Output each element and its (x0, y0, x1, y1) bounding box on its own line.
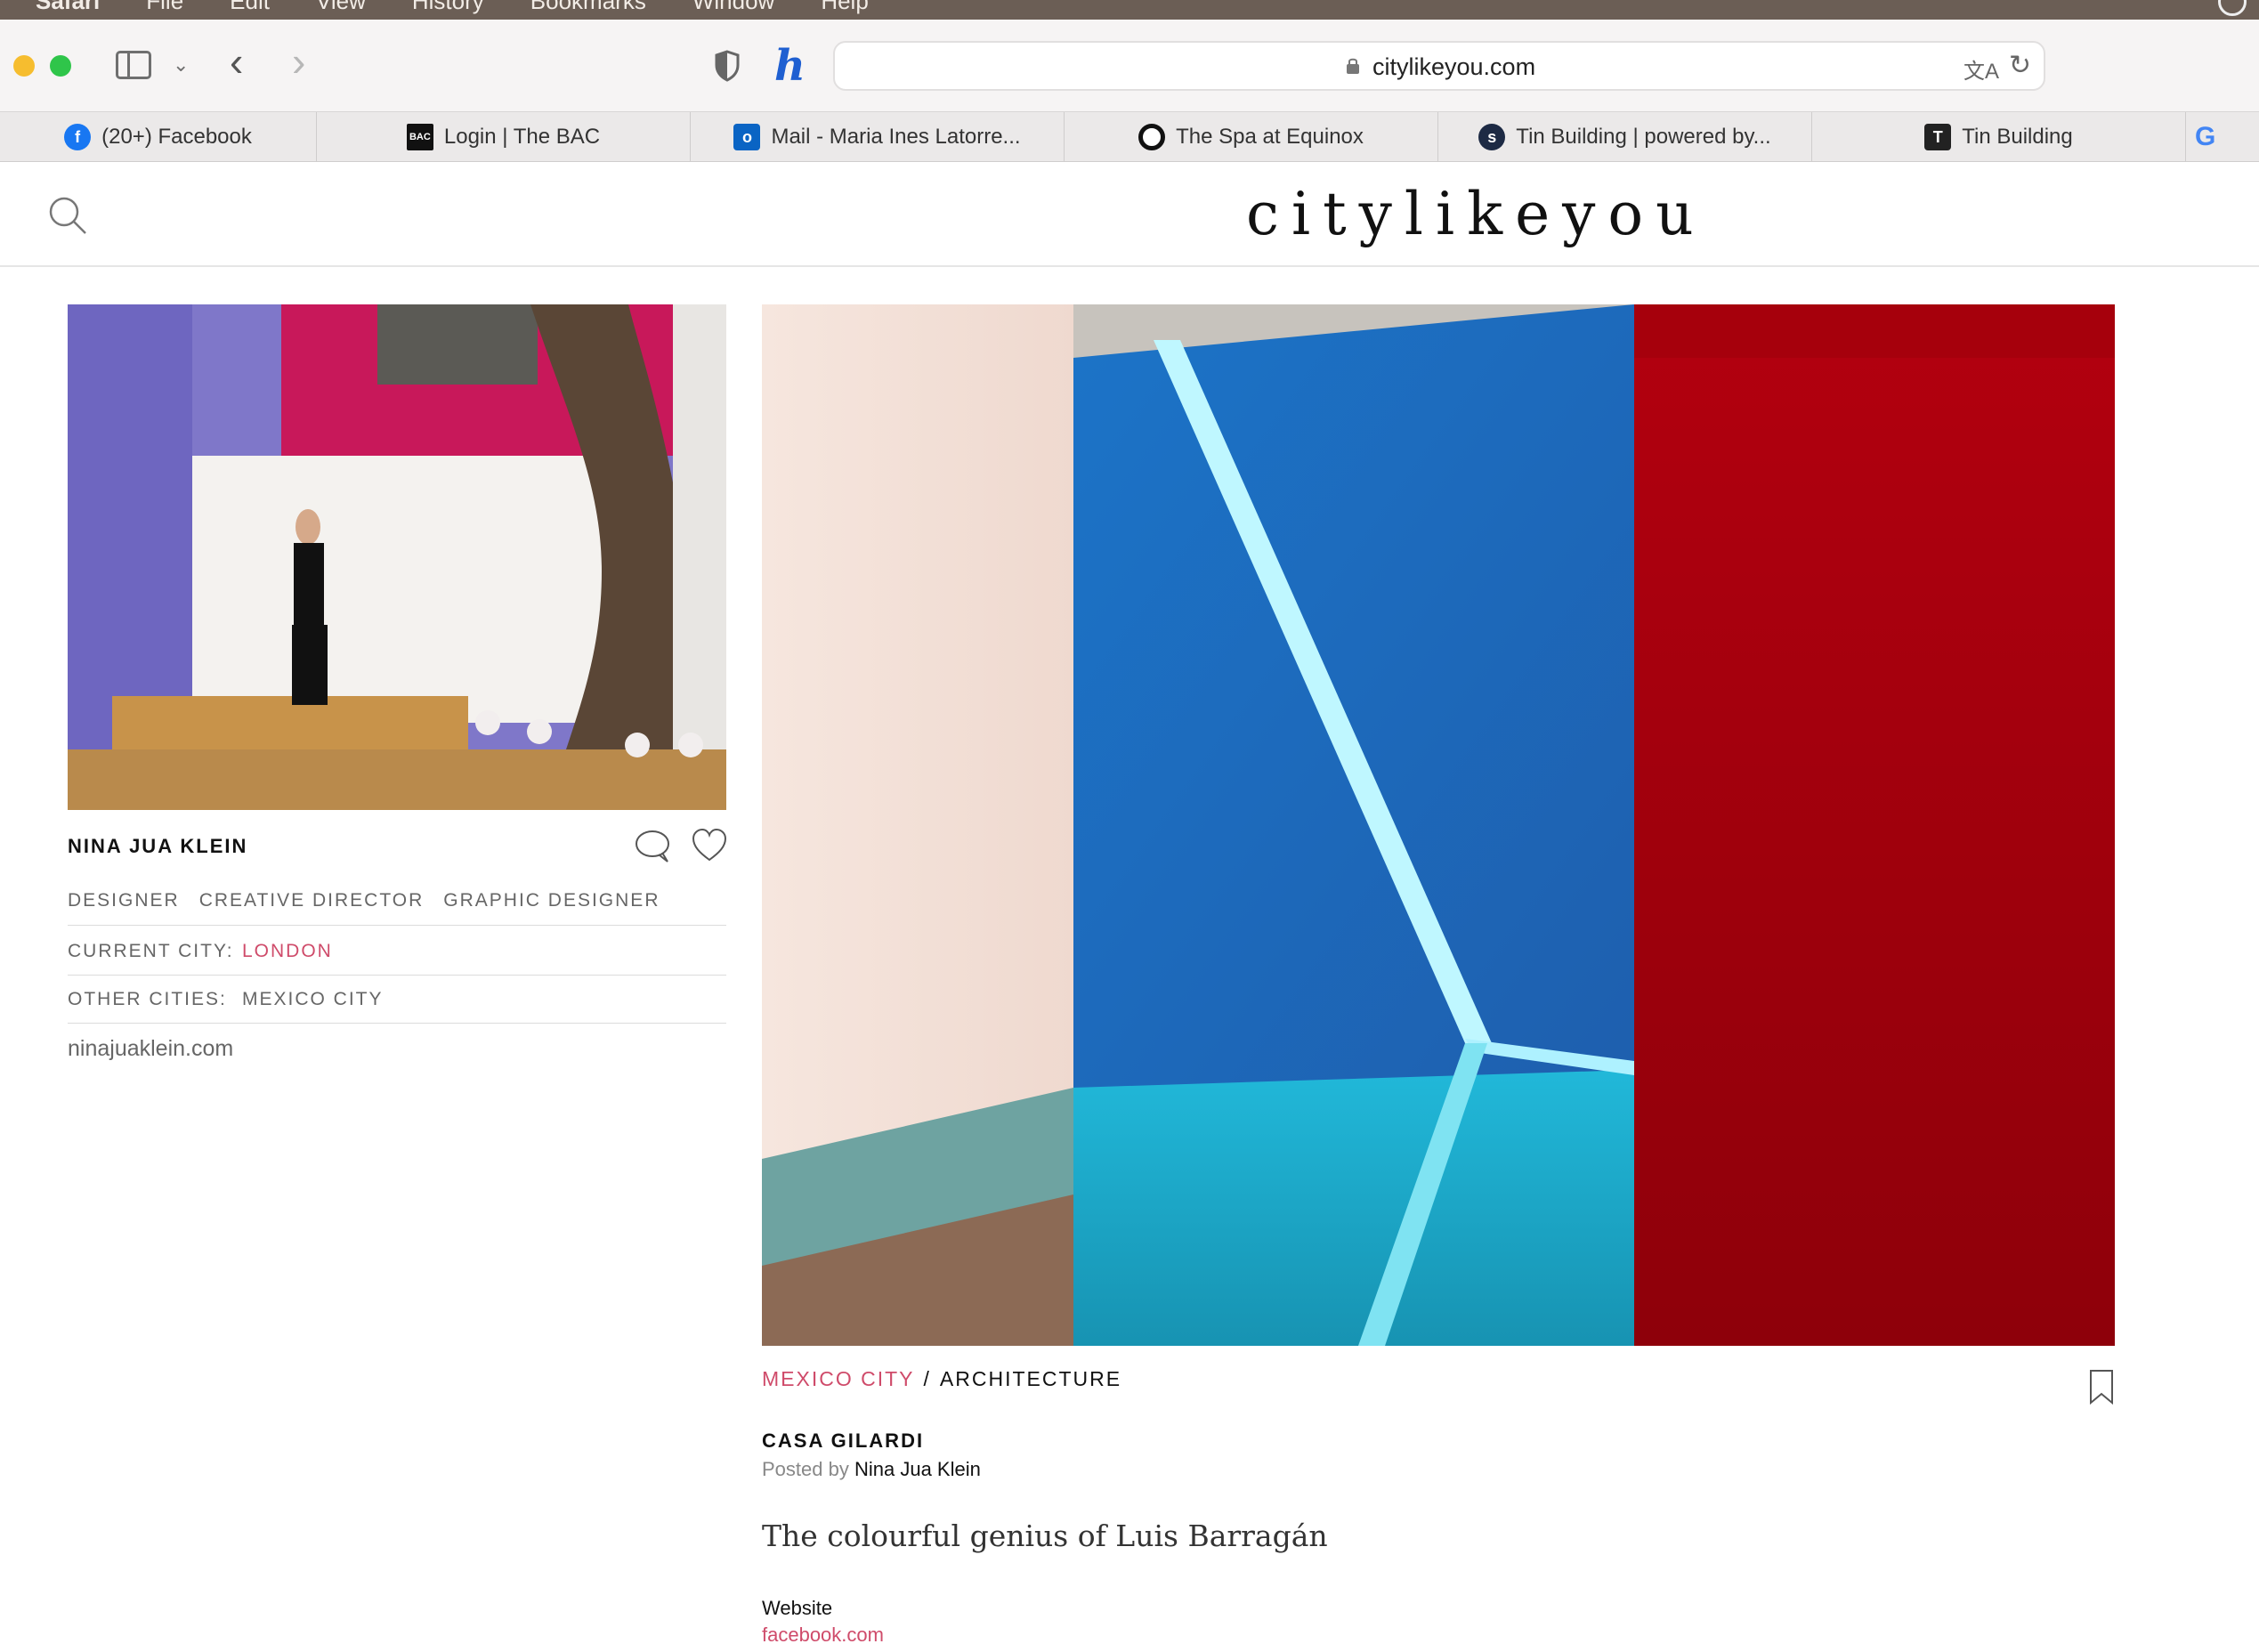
current-city-link[interactable]: LONDON (242, 941, 333, 962)
profile-name[interactable]: NINA JUA KLEIN (68, 835, 247, 858)
minimize-window-button[interactable] (13, 55, 35, 77)
control-center-icon[interactable] (2218, 0, 2247, 16)
search-icon[interactable] (48, 196, 87, 235)
post-subtitle: The colourful genius of Luis Barragán (762, 1518, 1328, 1553)
other-cities-row: OTHER CITIES: MEXICO CITY (68, 976, 726, 1024)
forward-button[interactable]: › (292, 41, 305, 82)
casa-gilardi-photo (762, 304, 2115, 1346)
bookmark-label: Tin Building (1962, 125, 2073, 149)
post-category-link[interactable]: ARCHITECTURE (940, 1367, 1121, 1391)
honey-extension-icon[interactable]: h (774, 41, 806, 91)
menu-file[interactable]: File (146, 0, 183, 15)
google-icon: G (2195, 122, 2216, 151)
macos-menu-bar: Safari File Edit View History Bookmarks … (0, 0, 2259, 20)
menu-window[interactable]: Window (692, 0, 774, 15)
current-city-label: CURRENT CITY: (68, 940, 234, 961)
reload-icon[interactable]: ↻ (2009, 50, 2031, 81)
other-cities-label: OTHER CITIES: (68, 988, 227, 1009)
post-website-link[interactable]: facebook.com (762, 1624, 884, 1647)
posted-by: Posted by Nina Jua Klein (762, 1458, 981, 1481)
bookmark-label: Mail - Maria Ines Latorre... (771, 125, 1021, 149)
chevron-down-icon[interactable]: ⌄ (173, 53, 189, 77)
heart-icon[interactable] (691, 828, 728, 863)
bookmark-tin-building[interactable]: T Tin Building (1812, 112, 2186, 162)
url-text[interactable]: citylikeyou.com (1372, 53, 1535, 81)
outlook-icon: o (733, 124, 761, 150)
menu-help[interactable]: Help (821, 0, 868, 15)
role-tag[interactable]: GRAPHIC DESIGNER (443, 890, 660, 925)
profile-roles: DESIGNER CREATIVE DIRECTOR GRAPHIC DESIG… (68, 890, 726, 926)
bookmarks-bar: f (20+) Facebook BAC Login | The BAC o M… (0, 112, 2259, 162)
menu-view[interactable]: View (316, 0, 366, 15)
post-website-label: Website (762, 1597, 833, 1619)
role-tag[interactable]: DESIGNER (68, 890, 180, 925)
bookmark-label: (20+) Facebook (101, 125, 252, 149)
sidebar-toggle-icon[interactable] (116, 51, 151, 79)
breadcrumb-separator: / (923, 1367, 931, 1390)
profile-photo-image (68, 304, 726, 810)
role-tag[interactable]: CREATIVE DIRECTOR (199, 890, 425, 925)
bookmark-label: Login | The BAC (443, 125, 601, 149)
translate-icon[interactable]: 文A (1963, 53, 1999, 85)
post-breadcrumb: MEXICO CITY / ARCHITECTURE (762, 1367, 1121, 1391)
bookmark-label: Tin Building | powered by... (1516, 125, 1771, 149)
back-button[interactable]: ‹ (230, 41, 243, 82)
menu-history[interactable]: History (412, 0, 484, 15)
bookmark-icon[interactable] (2088, 1369, 2115, 1405)
browser-toolbar: ⌄ ‹ › h citylikeyou.com 文A ↻ (0, 20, 2259, 112)
equinox-icon (1138, 124, 1166, 150)
fullscreen-window-button[interactable] (50, 55, 71, 77)
lock-icon (1347, 58, 1359, 74)
bookmark-equinox-spa[interactable]: The Spa at Equinox (1065, 112, 1438, 162)
post-title[interactable]: CASA GILARDI (762, 1429, 924, 1453)
post-hero-image[interactable] (762, 304, 2115, 1346)
site-logo[interactable]: citylikeyou (1246, 180, 1706, 248)
site-header: citylikeyou (0, 162, 2259, 267)
profile-website-link[interactable]: ninajuaklein.com (68, 1036, 233, 1062)
post-author-link[interactable]: Nina Jua Klein (854, 1458, 981, 1480)
bookmark-the-bac[interactable]: BAC Login | The BAC (317, 112, 691, 162)
bookmark-google[interactable]: G (2186, 112, 2239, 162)
menu-safari[interactable]: Safari (36, 0, 100, 15)
bookmark-tin-building-powered[interactable]: s Tin Building | powered by... (1438, 112, 1812, 162)
bookmark-facebook[interactable]: f (20+) Facebook (0, 112, 317, 162)
menu-edit[interactable]: Edit (230, 0, 270, 15)
bookmark-label: The Spa at Equinox (1176, 125, 1364, 149)
privacy-shield-icon[interactable] (714, 50, 741, 82)
current-city-row: CURRENT CITY: LONDON (68, 927, 726, 976)
bac-icon: BAC (406, 124, 433, 150)
tin-building-icon: s (1478, 124, 1506, 150)
posted-by-label: Posted by (762, 1458, 849, 1480)
other-cities-value[interactable]: MEXICO CITY (242, 989, 384, 1010)
address-bar[interactable]: citylikeyou.com 文A ↻ (833, 41, 2045, 91)
facebook-icon: f (64, 124, 92, 150)
comment-icon[interactable] (634, 828, 671, 863)
tin-building-seal-icon: T (1924, 124, 1952, 150)
post-city-link[interactable]: MEXICO CITY (762, 1367, 915, 1391)
profile-photo[interactable] (68, 304, 726, 810)
menu-bookmarks[interactable]: Bookmarks (530, 0, 646, 15)
bookmark-mail[interactable]: o Mail - Maria Ines Latorre... (691, 112, 1065, 162)
